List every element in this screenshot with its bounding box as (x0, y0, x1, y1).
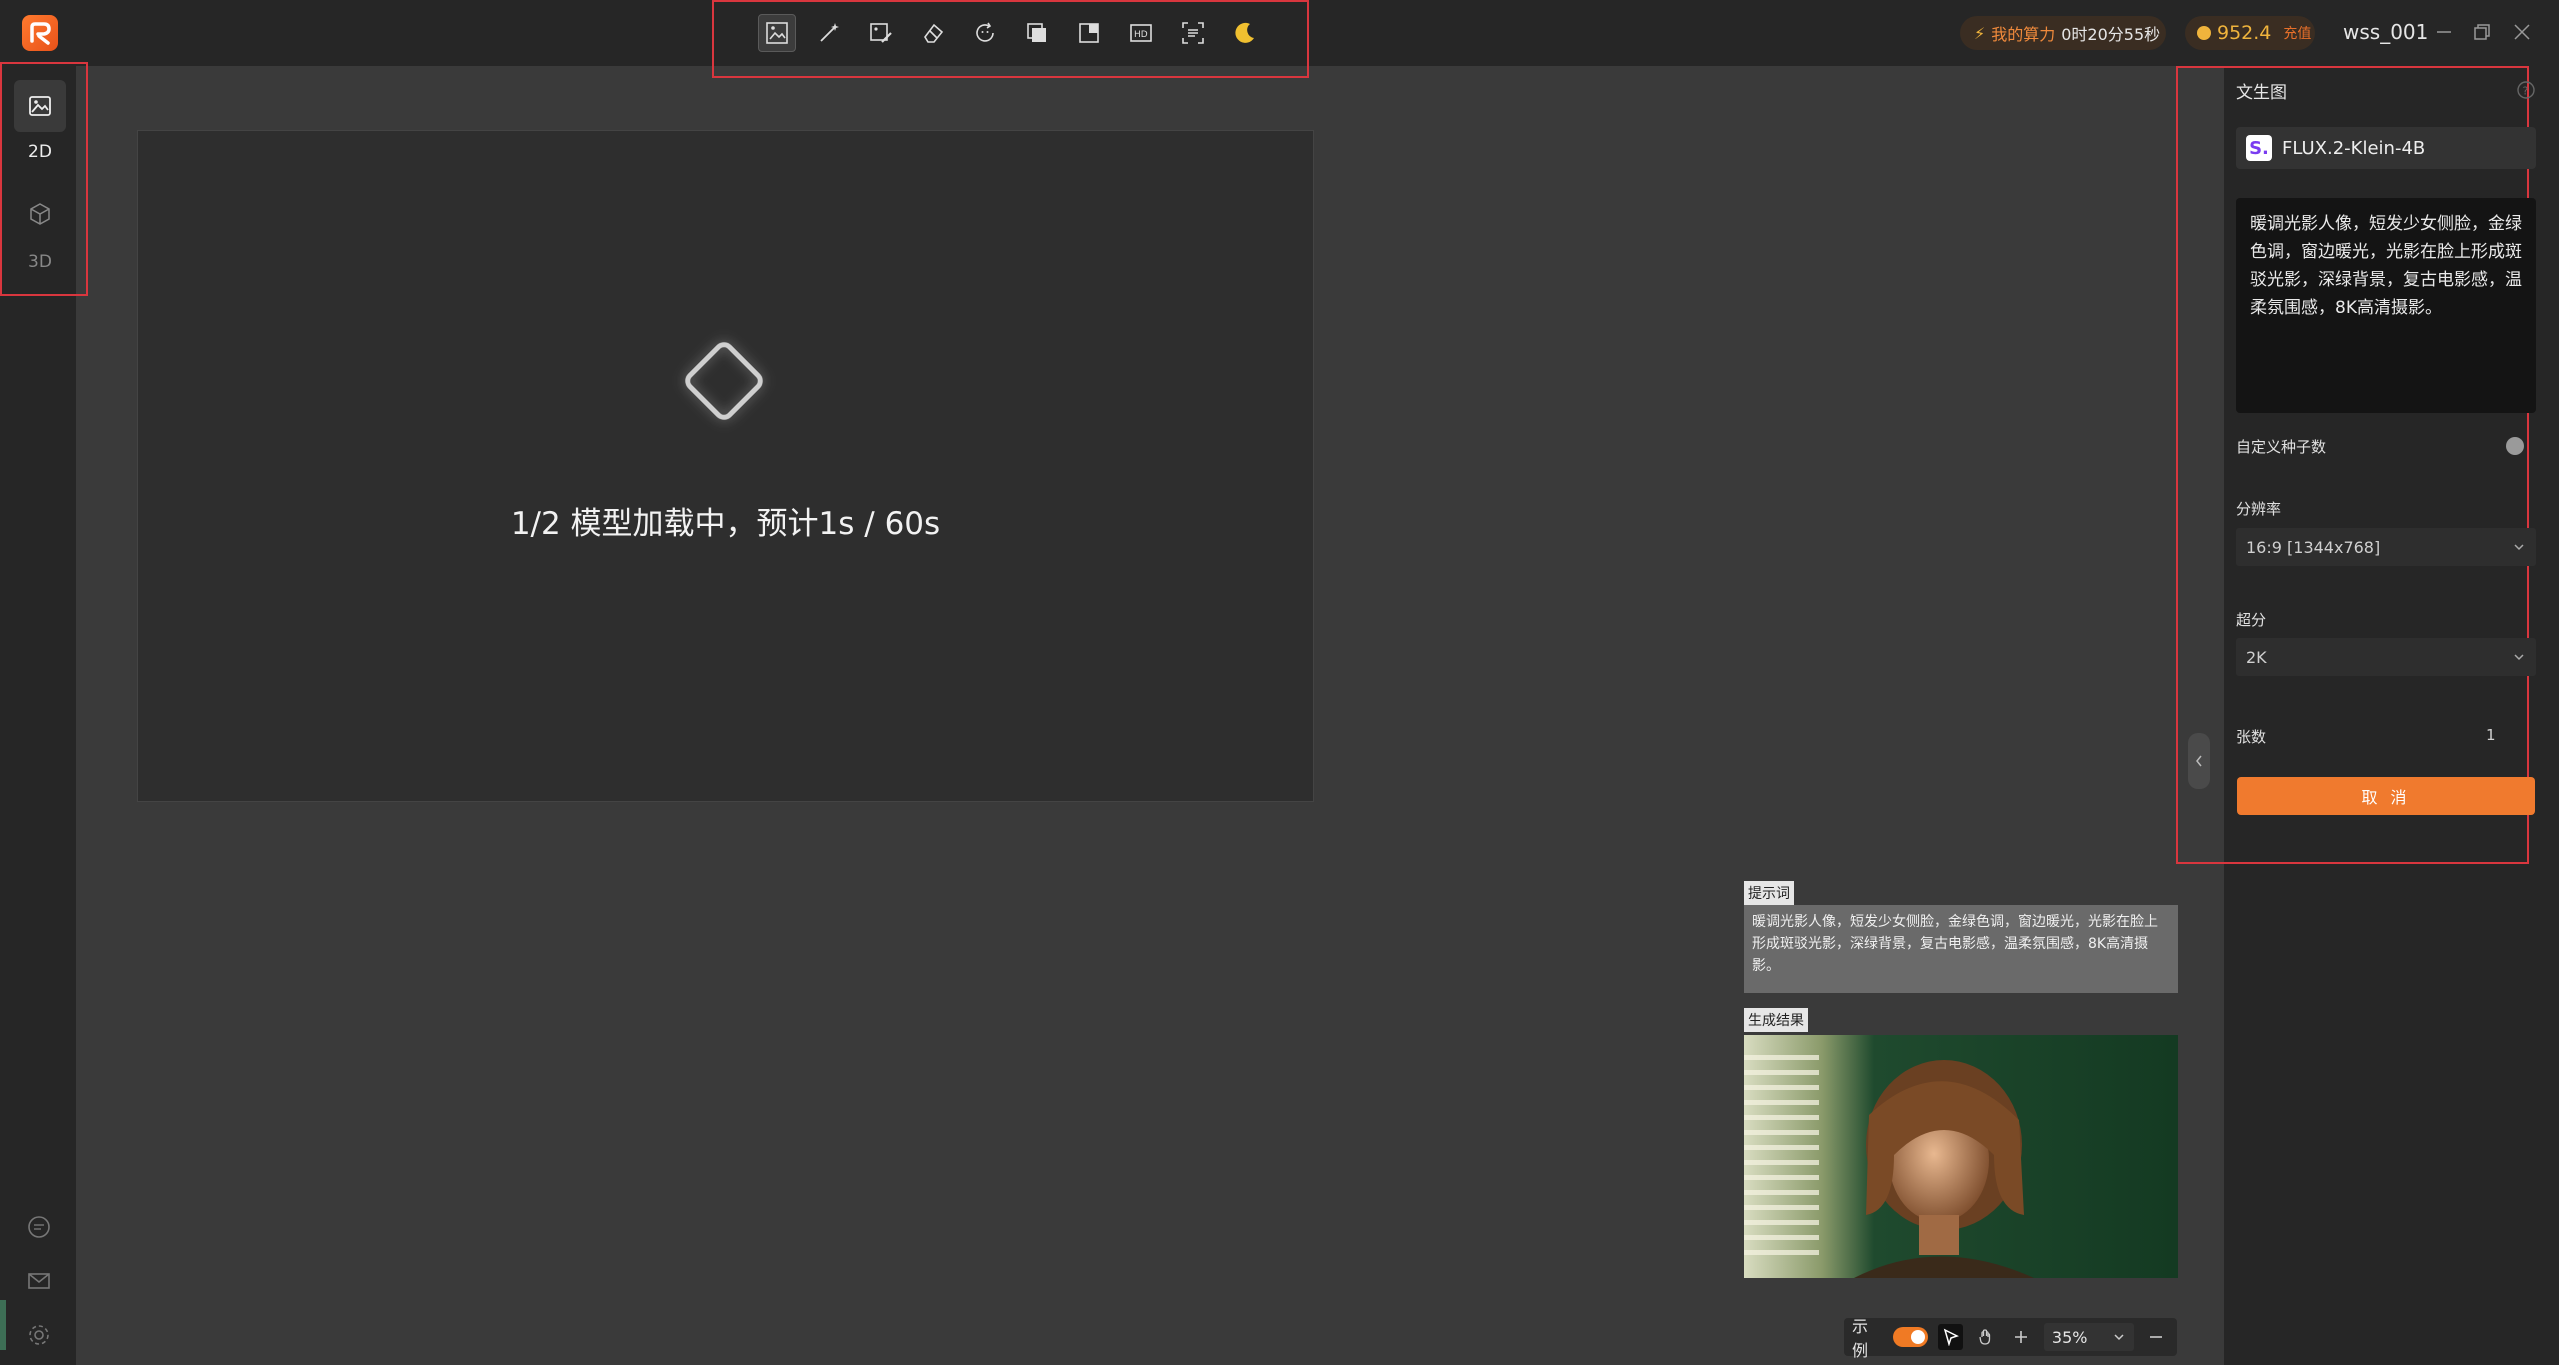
tool-layers[interactable] (1018, 14, 1056, 52)
chevron-down-icon (2514, 544, 2524, 551)
resolution-select[interactable]: 16:9 [1344x768] (2236, 528, 2536, 566)
image-icon (29, 96, 51, 116)
result-tag: 生成结果 (1744, 1008, 1808, 1032)
maximize-button[interactable] (2468, 18, 2496, 46)
chevron-down-icon (2114, 1334, 2124, 1341)
mode-2d-button[interactable] (14, 80, 66, 132)
gear-icon (29, 1325, 49, 1345)
tool-magic-wand[interactable] (810, 14, 848, 52)
canvas-controls: 示例 35% (1844, 1317, 2177, 1360)
model-name: FLUX.2-Klein-4B (2282, 137, 2426, 159)
eraser-icon (923, 23, 943, 43)
close-icon (2514, 24, 2530, 40)
lightning-icon: ⚡ (1974, 23, 1986, 43)
cursor-icon (1943, 1328, 1959, 1346)
moon-icon (1234, 22, 1254, 43)
face-swap-icon (975, 22, 994, 42)
zoom-value: 35% (2051, 1327, 2088, 1347)
upscale-value: 2K (2246, 647, 2267, 667)
coin-value: 952.4 (2217, 22, 2272, 44)
upscale-select[interactable]: 2K (2236, 638, 2536, 676)
zoom-out-button[interactable] (2144, 1324, 2169, 1350)
close-button[interactable] (2508, 18, 2536, 46)
power-value: 0时20分55秒 (2061, 25, 2161, 44)
loading-diamond-icon (685, 342, 763, 420)
chat-button[interactable] (26, 1214, 52, 1240)
svg-text:HD: HD (1134, 30, 1148, 40)
minus-icon (2150, 1336, 2163, 1338)
expand-icon (1078, 23, 1099, 43)
mode-2d-label: 2D (28, 142, 52, 162)
chat-icon (28, 1216, 50, 1238)
seed-toggle[interactable] (2506, 437, 2524, 455)
tool-face-swap[interactable] (966, 14, 1004, 52)
canvas-frame[interactable] (137, 130, 1314, 802)
mail-button[interactable] (26, 1268, 52, 1294)
magic-wand-icon (819, 23, 839, 42)
tool-expand[interactable] (1070, 14, 1108, 52)
help-icon[interactable]: ? (2516, 80, 2536, 100)
coin-icon (2197, 26, 2211, 40)
minimize-button[interactable] (2430, 18, 2458, 46)
count-input[interactable]: 1 (2476, 720, 2536, 750)
pan-tool-button[interactable] (1973, 1324, 1998, 1350)
portrait-image (1744, 1035, 2178, 1278)
mode-3d-button[interactable] (14, 188, 66, 240)
model-badge-icon: S. (2246, 135, 2272, 161)
layers-icon (1026, 23, 1046, 42)
count-label: 张数 (2236, 728, 2267, 746)
zoom-select[interactable]: 35% (2043, 1323, 2134, 1351)
status-strip (0, 1300, 6, 1350)
chevron-down-icon (2514, 654, 2524, 661)
username[interactable]: wss_001 (2343, 20, 2428, 44)
panel-title: 文生图 (2236, 83, 2287, 103)
image-brush-icon (869, 23, 892, 43)
resolution-value: 16:9 [1344x768] (2246, 537, 2381, 557)
mail-icon (28, 1273, 50, 1289)
cube-icon (30, 203, 50, 225)
hd-icon: HD (1129, 24, 1152, 42)
plus-icon (2015, 1331, 2028, 1343)
select-tool-button[interactable] (1938, 1324, 1964, 1350)
upscale-label: 超分 (2236, 611, 2267, 629)
settings-button[interactable] (26, 1322, 52, 1348)
restore-icon (2474, 24, 2490, 40)
prompt-preview: 暖调光影人像，短发少女侧脸，金绿色调，窗边暖光，光影在脸上形成斑驳光影，深绿背景… (1744, 905, 2178, 993)
coin-balance[interactable]: 952.4 充值 (2185, 16, 2315, 50)
svg-text:?: ? (2523, 85, 2529, 98)
model-select[interactable]: S. FLUX.2-Klein-4B (2236, 127, 2536, 169)
power-balance: ⚡ 我的算力 0时20分55秒 (1960, 16, 2166, 50)
seed-label: 自定义种子数 (2236, 438, 2327, 456)
zoom-in-button[interactable] (2009, 1324, 2034, 1350)
cancel-button[interactable]: 取 消 (2237, 777, 2535, 815)
minimize-icon (2437, 31, 2451, 33)
scan-text-icon (1181, 22, 1204, 44)
edit-toolbar: HD (712, 0, 1309, 78)
resolution-label: 分辨率 (2236, 500, 2282, 518)
tool-scan-text[interactable] (1174, 14, 1212, 52)
prompt-textarea[interactable]: 暖调光影人像，短发少女侧脸，金绿色调，窗边暖光，光影在脸上形成斑驳光影，深绿背景… (2236, 198, 2536, 413)
prompt-tag: 提示词 (1744, 881, 1794, 905)
tool-night-mode[interactable] (1226, 14, 1264, 52)
recharge-link[interactable]: 充值 (2283, 23, 2311, 43)
loading-status-text: 1/2 模型加载中，预计1s / 60s (510, 506, 941, 542)
app-logo (22, 15, 58, 51)
tool-image-edit[interactable] (757, 14, 796, 52)
tool-image-brush[interactable] (862, 14, 900, 52)
image-edit-icon (765, 22, 788, 44)
mode-switcher: 2D 3D (0, 62, 88, 296)
hand-icon (1979, 1329, 1991, 1345)
mode-3d-label: 3D (28, 252, 52, 272)
result-image[interactable] (1744, 1035, 2178, 1278)
tool-eraser[interactable] (914, 14, 952, 52)
tool-hd[interactable]: HD (1122, 14, 1160, 52)
example-label: 示例 (1852, 1317, 1869, 1360)
power-label: 我的算力 (1991, 25, 2056, 44)
example-toggle[interactable] (1893, 1327, 1929, 1347)
